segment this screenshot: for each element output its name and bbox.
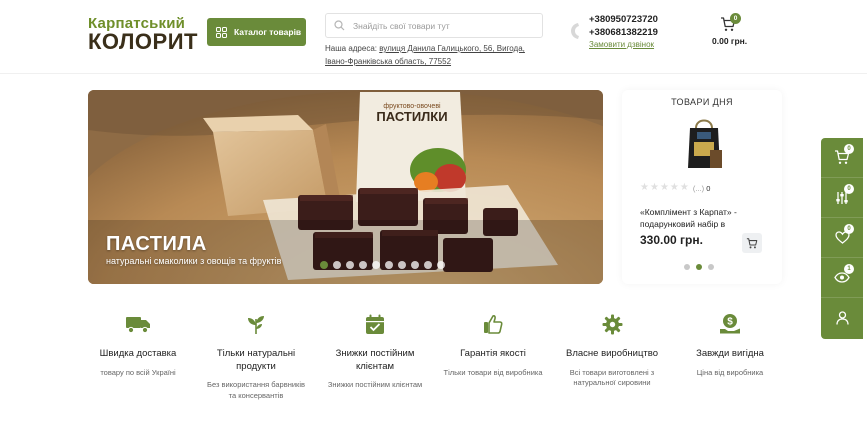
calendar-check-icon: [366, 314, 384, 334]
catalog-button-label: Каталог товарів: [234, 27, 302, 37]
banner-dot[interactable]: [320, 261, 328, 269]
add-to-cart-button[interactable]: [742, 233, 762, 253]
banner-dot[interactable]: [359, 261, 367, 269]
callback-link[interactable]: Замовити дзвінок: [589, 40, 654, 49]
deal-dot[interactable]: [696, 264, 702, 270]
rating-count-value: 0: [706, 183, 711, 193]
side-account-button[interactable]: [821, 298, 863, 338]
cart-icon: [746, 237, 758, 248]
feature-item: Гарантія якості Тільки товари від виробн…: [443, 312, 543, 378]
truck-icon: [126, 317, 150, 334]
star-icon: ★: [649, 182, 659, 193]
feature-item: Швидка доставка товару по всій Україні: [88, 312, 188, 378]
product-name[interactable]: «Комплімент з Карпат» - подарунковий наб…: [640, 206, 770, 230]
address-prefix: Наша адреса:: [325, 44, 380, 53]
banner-title: ПАСТИЛА: [106, 233, 207, 255]
deal-dot[interactable]: [708, 264, 714, 270]
phone-icon: [571, 23, 579, 39]
side-wishlist-badge: 0: [844, 224, 854, 234]
banner-dot[interactable]: [372, 261, 380, 269]
product-price: 330.00 грн.: [640, 233, 703, 247]
product-rating: ★ ★ ★ ★ ★ (...) 0: [640, 183, 710, 193]
address-link-street[interactable]: вулиця Данила Галицького, 56, Вигода,: [379, 44, 525, 53]
banner-dot[interactable]: [333, 261, 341, 269]
feature-desc: Знижки постійним клієнтам: [327, 380, 423, 389]
user-icon: [835, 311, 849, 325]
feature-item: Знижки постійним клієнтам Знижки постійн…: [325, 312, 425, 391]
search-icon[interactable]: [334, 20, 345, 31]
feature-title: Завжди вигідна: [696, 348, 764, 359]
feature-title: Тільки натуральні продукти: [216, 348, 296, 372]
money-hand-icon: $: [720, 314, 740, 334]
rating-count: (...) 0: [692, 183, 711, 193]
cart-total: 0.00 грн.: [712, 36, 748, 46]
star-icon: ★: [679, 182, 689, 193]
side-compare-badge: 0: [844, 184, 854, 194]
banner-dot[interactable]: [398, 261, 406, 269]
banner-subtitle: натуральні смаколики з овощів та фруктів: [106, 256, 282, 266]
banner-dot[interactable]: [385, 261, 393, 269]
page: { "header": { "logo_line1": "Карпатський…: [0, 0, 867, 434]
site-header: Карпатський КОЛОРИТ Каталог товарів Наша…: [0, 0, 867, 74]
grid-icon: [216, 26, 227, 38]
logo-line2: КОЛОРИТ: [88, 29, 198, 54]
banner-dot[interactable]: [411, 261, 419, 269]
feature-title: Власне виробництво: [565, 348, 658, 359]
catalog-button[interactable]: Каталог товарів: [207, 18, 306, 46]
feature-desc: Без використання барвників та консервант…: [207, 380, 305, 400]
products-of-day-heading: ТОВАРИ ДНЯ: [671, 97, 733, 107]
gear-icon: [602, 314, 622, 334]
feature-desc: товару по всій Україні: [100, 367, 176, 377]
deal-pagination: [684, 264, 714, 270]
banner-pagination: [320, 261, 445, 269]
star-icon: ★: [669, 182, 679, 193]
products-of-day: ТОВАРИ ДНЯ ★ ★ ★ ★ ★ (...) 0 «Комплімент…: [622, 90, 782, 284]
store-address: Наша адреса: вулиця Данила Галицького, 5…: [325, 42, 545, 68]
site-logo[interactable]: Карпатський КОЛОРИТ: [88, 15, 197, 54]
features-row: Швидка доставка товару по всій Україні Т…: [88, 312, 768, 434]
side-viewed-button[interactable]: 1: [821, 258, 863, 298]
banner-dot[interactable]: [346, 261, 354, 269]
feature-item: Тільки натуральні продукти Без використа…: [206, 312, 306, 401]
svg-text:$: $: [727, 317, 733, 328]
side-cart-badge: 0: [844, 144, 854, 154]
hero-banner[interactable]: фруктово-овочеві ПАСТИЛКИ ПАСТИЛА натура…: [88, 90, 603, 284]
thumbs-up-icon: [484, 315, 503, 334]
feature-title: Швидка доставка: [99, 348, 177, 359]
star-icon: ★: [659, 182, 669, 193]
side-cart-button[interactable]: 0: [821, 138, 863, 178]
sprout-icon: [248, 316, 264, 334]
banner-dot[interactable]: [437, 261, 445, 269]
side-compare-button[interactable]: 0: [821, 178, 863, 218]
feature-title: Гарантія якості: [460, 348, 526, 359]
side-wishlist-button[interactable]: 0: [821, 218, 863, 258]
deal-dot[interactable]: [684, 264, 690, 270]
star-icon: ★: [640, 182, 649, 193]
banner-dot[interactable]: [424, 261, 432, 269]
feature-item: Власне виробництво Всі товари виготовлен…: [562, 312, 662, 389]
feature-desc: Всі товари виготовлені з натуральної сир…: [569, 367, 655, 388]
phone-number-2[interactable]: +380681382219: [589, 27, 658, 38]
package-label-big: ПАСТИЛКИ: [376, 109, 447, 124]
side-viewed-badge: 1: [844, 264, 854, 274]
search-input[interactable]: [353, 20, 533, 31]
address-link-region[interactable]: Івано-Франківська область, 77552: [325, 57, 451, 66]
search-box: [325, 13, 543, 38]
feature-title: Знижки постійним клієнтам: [335, 348, 415, 372]
phone-number-1[interactable]: +380950723720: [589, 14, 658, 25]
feature-desc: Тільки товари від виробника: [443, 367, 543, 377]
floating-side-panel: 0 0 0 1: [821, 138, 863, 339]
feature-desc: Ціна від виробника: [696, 367, 764, 377]
cart-count-badge: 0: [730, 13, 741, 24]
header-cart[interactable]: 0 0.00 грн.: [708, 12, 752, 52]
product-image[interactable]: [672, 112, 732, 170]
feature-item: $ Завжди вигідна Ціна від виробника: [680, 312, 780, 378]
